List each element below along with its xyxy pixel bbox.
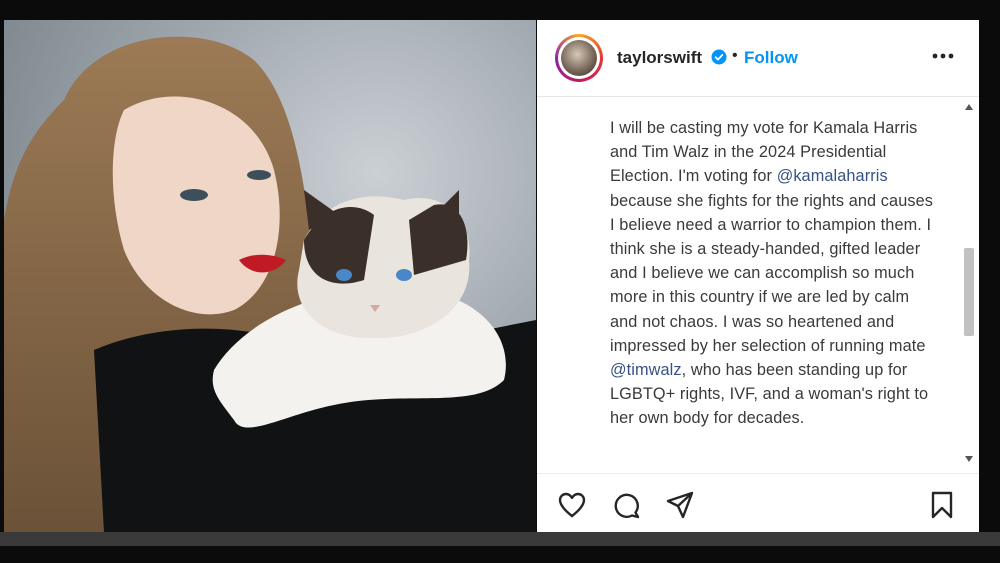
- video-frame: taylorswift • Follow I will be casting m…: [0, 0, 1000, 563]
- post-header: taylorswift • Follow: [537, 20, 979, 97]
- scroll-up-arrow-icon[interactable]: [965, 104, 973, 110]
- player-bottom-bar: [0, 532, 1000, 546]
- more-options-icon[interactable]: [929, 44, 957, 68]
- bookmark-icon[interactable]: [927, 490, 957, 520]
- mention-link[interactable]: @timwalz: [610, 361, 682, 379]
- mention-link[interactable]: @kamalaharris: [777, 167, 888, 185]
- scrollbar-thumb[interactable]: [964, 248, 974, 336]
- post-photo[interactable]: [4, 20, 536, 532]
- verified-badge-icon: [711, 49, 727, 65]
- post-actions: [537, 473, 979, 533]
- avatar-ring: [558, 37, 600, 79]
- caption-text: because she fights for the rights and ca…: [610, 191, 933, 355]
- photo-illustration: [4, 20, 536, 532]
- username[interactable]: taylorswift: [617, 48, 702, 68]
- post-caption: I will be casting my vote for Kamala Har…: [610, 116, 940, 431]
- separator-dot: •: [732, 47, 738, 64]
- heart-icon[interactable]: [557, 490, 587, 520]
- avatar[interactable]: [555, 34, 603, 82]
- post-sidebar: taylorswift • Follow I will be casting m…: [537, 20, 979, 532]
- follow-button[interactable]: Follow: [744, 48, 798, 68]
- avatar-image: [561, 40, 597, 76]
- caption-scrollbar[interactable]: [961, 100, 977, 470]
- comment-icon[interactable]: [611, 490, 641, 520]
- scroll-down-arrow-icon[interactable]: [965, 456, 973, 462]
- send-icon[interactable]: [665, 490, 695, 520]
